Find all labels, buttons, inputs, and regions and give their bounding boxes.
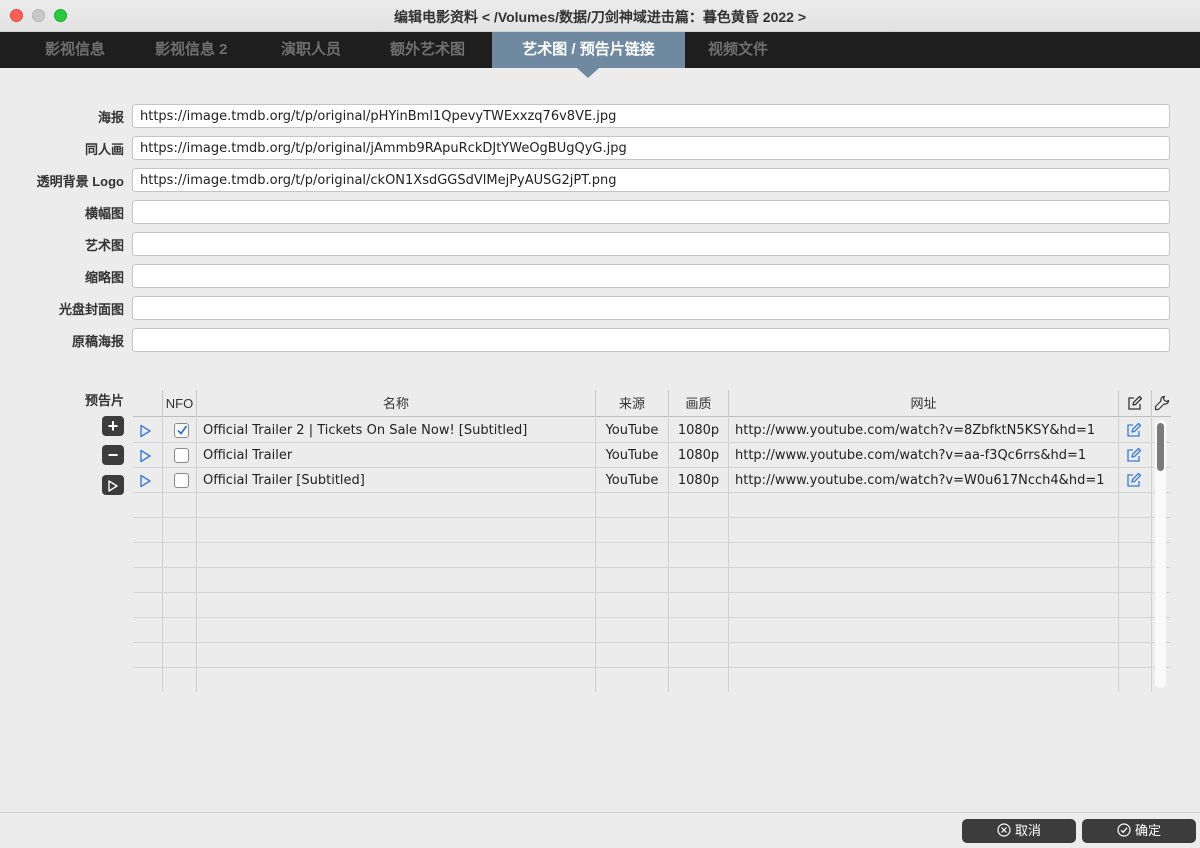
trailer-source: YouTube [595,443,668,468]
poster-label: 海报 [97,110,124,125]
keyart-url-field[interactable] [132,328,1170,352]
edit-icon[interactable] [1126,422,1142,438]
trailer-name: Official Trailer [Subtitled] [196,468,595,493]
nfo-cell [162,418,196,443]
nfo-cell [162,468,196,493]
window-title: 编辑电影资料 < /Volumes/数据/刀剑神域进击篇：暮色黄昏 2022 > [393,9,807,25]
trailer-quality: 1080p [668,468,728,493]
table-row[interactable]: Official Trailer [Subtitled] YouTube 108… [133,468,1171,493]
cancel-label: 取消 [1014,823,1041,838]
play-trailer-button[interactable] [102,475,124,495]
disc-art-label: 光盘封面图 [58,302,124,317]
disc-art-url-field[interactable] [132,296,1170,320]
header-play-column [133,390,162,417]
edit-cell[interactable] [1118,443,1151,468]
scrollbar-thumb[interactable] [1157,423,1164,471]
header-settings[interactable] [1151,390,1171,417]
edit-icon[interactable] [1126,472,1142,488]
confirm-icon [1117,823,1131,837]
trailers-label: 预告片 [84,393,124,408]
empty-row [133,643,1171,668]
play-cell[interactable] [133,418,162,443]
trailer-source: YouTube [595,468,668,493]
keyart-label: 原稿海报 [71,334,124,349]
table-header: NFO 名称 来源 画质 网址 [133,390,1171,417]
header-source[interactable]: 来源 [595,390,668,417]
empty-row [133,593,1171,618]
tab-movie-info-2[interactable]: 影视信息 2 [155,32,228,68]
empty-row [133,543,1171,568]
tab-bar: 影视信息 影视信息 2 演职人员 额外艺术图 艺术图 / 预告片链接 视频文件 [0,32,1200,68]
trailer-quality: 1080p [668,443,728,468]
play-cell[interactable] [133,468,162,493]
trailer-quality: 1080p [668,418,728,443]
thumb-url-field[interactable] [132,264,1170,288]
active-tab-indicator [577,68,599,78]
trailer-source: YouTube [595,418,668,443]
empty-row [133,568,1171,593]
nfo-checkbox[interactable] [174,448,189,463]
edit-icon [1128,395,1143,410]
clear-logo-url-field[interactable] [132,168,1170,192]
clearart-url-field[interactable] [132,232,1170,256]
trailer-url: http://www.youtube.com/watch?v=aa-f3Qc6r… [728,443,1118,468]
header-edit [1118,390,1151,417]
tab-movie-info[interactable]: 影视信息 [45,32,105,68]
play-icon[interactable] [138,449,152,463]
fanart-label: 同人画 [84,142,124,157]
edit-cell[interactable] [1118,468,1151,493]
tab-artwork-trailers[interactable]: 艺术图 / 预告片链接 [492,32,685,68]
table-scrollbar[interactable] [1155,420,1166,688]
header-url[interactable]: 网址 [728,390,1118,417]
header-quality[interactable]: 画质 [668,390,728,417]
empty-row [133,618,1171,643]
footer-divider [0,812,1200,813]
wrench-icon [1154,395,1169,411]
play-icon [108,480,118,492]
trailer-url: http://www.youtube.com/watch?v=W0u617Ncc… [728,468,1118,493]
nfo-cell [162,443,196,468]
trailer-url: http://www.youtube.com/watch?v=8ZbfktN5K… [728,418,1118,443]
tab-cast-crew[interactable]: 演职人员 [281,32,341,68]
thumb-label: 缩略图 [84,270,124,285]
banner-url-field[interactable] [132,200,1170,224]
header-name[interactable]: 名称 [196,390,595,417]
header-nfo[interactable]: NFO [162,390,196,417]
ok-label: 确定 [1134,823,1161,838]
play-icon[interactable] [138,474,152,488]
tab-video-files[interactable]: 视频文件 [708,32,768,68]
remove-trailer-button[interactable]: − [102,445,124,465]
empty-row [133,668,1171,692]
checkmark-icon [177,425,188,435]
title-bar: 编辑电影资料 < /Volumes/数据/刀剑神域进击篇：暮色黄昏 2022 > [0,0,1200,32]
tab-extra-artwork[interactable]: 额外艺术图 [390,32,465,68]
clearart-label: 艺术图 [84,238,124,253]
ok-button[interactable]: 确定 [1082,819,1196,843]
table-row[interactable]: Official Trailer 2 | Tickets On Sale Now… [133,418,1171,443]
trailers-table: NFO 名称 来源 画质 网址 Official Trailer 2 | Tic… [133,390,1171,692]
edit-icon[interactable] [1126,447,1142,463]
cancel-button[interactable]: 取消 [962,819,1076,843]
edit-cell[interactable] [1118,418,1151,443]
trailer-name: Official Trailer 2 | Tickets On Sale Now… [196,418,595,443]
poster-url-field[interactable] [132,104,1170,128]
fanart-url-field[interactable] [132,136,1170,160]
empty-row [133,493,1171,518]
cancel-icon [997,823,1011,837]
nfo-checkbox[interactable] [174,423,189,438]
nfo-checkbox[interactable] [174,473,189,488]
add-trailer-button[interactable]: + [102,416,124,436]
empty-row [133,518,1171,543]
table-row[interactable]: Official Trailer YouTube 1080p http://ww… [133,443,1171,468]
banner-label: 横幅图 [84,206,124,221]
clear-logo-label: 透明背景 Logo [36,174,124,189]
play-cell[interactable] [133,443,162,468]
play-icon[interactable] [138,424,152,438]
trailer-name: Official Trailer [196,443,595,468]
